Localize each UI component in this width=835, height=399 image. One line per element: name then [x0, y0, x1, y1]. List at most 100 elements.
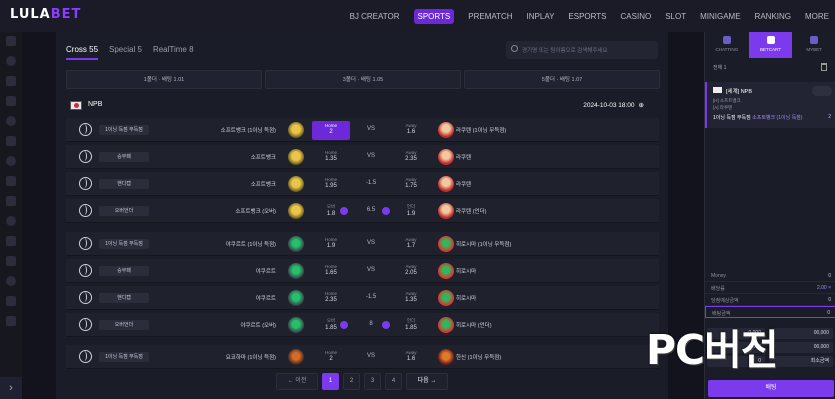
logo[interactable]: LULABET [10, 7, 81, 22]
odd-value: 2.05 [405, 270, 417, 276]
sport-icon[interactable] [6, 296, 16, 306]
sport-icon[interactable] [6, 196, 16, 206]
bet-pick: 소프트뱅크 (1이닝 득점) [752, 115, 803, 121]
page-button[interactable]: 3 [364, 373, 381, 390]
home-odd-button[interactable]: Home 1.35 [312, 148, 350, 167]
bet-away-team: [A] 라쿠텐 [713, 105, 733, 110]
away-team-name: 라쿠텐 (1이닝 무득점) [456, 128, 507, 134]
page-button[interactable]: 1 [322, 373, 339, 390]
home-odd-button[interactable]: Home 1.95 [312, 175, 350, 194]
away-odd-button[interactable]: Away 1.6 [392, 348, 430, 367]
nav-item-more[interactable]: MORE [805, 12, 829, 21]
table-row: 승무패 소프트뱅크 Home 1.35 VS Away 2.35 라쿠텐 [66, 145, 659, 169]
nav-item-minigame[interactable]: MINIGAME [700, 12, 740, 21]
search-placeholder: 경기명 또는 팀이름으로 검색해주세요 [522, 48, 608, 54]
home-odd-button[interactable]: Home 2 [312, 121, 350, 140]
sport-icon[interactable] [6, 96, 16, 106]
home-odd-button[interactable]: Home 2.35 [312, 289, 350, 308]
sport-icon[interactable] [6, 176, 16, 186]
home-team-logo-icon [288, 290, 304, 306]
nav-item-ranking[interactable]: RANKING [755, 12, 791, 21]
tab-realtime-8[interactable]: RealTime 8 [153, 45, 194, 60]
odd-label: Away [405, 264, 417, 269]
search-input[interactable]: 경기명 또는 팀이름으로 검색해주세요 [506, 41, 658, 59]
slip-value: 0 [827, 310, 830, 316]
away-team-name: 히로시마 (1이닝 무득점) [456, 242, 512, 248]
away-odd-button[interactable]: Away 1.75 [392, 175, 430, 194]
away-odd-button[interactable]: Away 1.6 [392, 121, 430, 140]
sport-icon[interactable] [6, 136, 16, 146]
sport-icon[interactable] [6, 216, 16, 226]
place-bet-button[interactable]: 배팅 [708, 380, 834, 397]
handicap-value: VS [366, 153, 375, 159]
odd-label: Home [324, 177, 337, 182]
remove-bet-toggle[interactable] [812, 86, 832, 96]
page-button[interactable]: 2 [343, 373, 360, 390]
up-arrow-icon [382, 321, 390, 329]
market-label: 1이닝 득점 무득점 [99, 239, 149, 249]
odd-value: 1.75 [405, 183, 417, 189]
table-row: 핸디캡 소프트뱅크 Home 1.95 -1.5 Away 1.75 라쿠텐 [66, 172, 659, 196]
nav-item-slot[interactable]: SLOT [665, 12, 686, 21]
away-odd-button[interactable]: Away 1.7 [392, 235, 430, 254]
sport-icon[interactable] [6, 236, 16, 246]
nav-item-inplay[interactable]: INPLAY [527, 12, 555, 21]
baseball-icon [79, 264, 92, 277]
baseball-icon [79, 204, 92, 217]
panel-tab-mybet[interactable]: MYBET [792, 32, 835, 58]
amount-chip-button[interactable]: 00,000 [769, 342, 833, 353]
sport-icon[interactable] [6, 116, 16, 126]
away-odd-button[interactable]: Away 1.35 [392, 289, 430, 308]
prev-page-button[interactable]: ← 이전 [276, 373, 318, 390]
bet-amount-input[interactable]: 배팅금액 0 [705, 306, 835, 318]
away-odd-button[interactable]: 언더 1.9 [392, 202, 430, 221]
amount-chip-button[interactable]: 최소금액 [769, 356, 833, 367]
home-team-name: 소프트뱅크 (1이닝 득점) [220, 128, 276, 134]
odd-label: Away [405, 150, 417, 155]
home-team-name: 야쿠르트 [255, 296, 276, 302]
slip-label: 배팅금액 [712, 311, 731, 317]
away-odd-button[interactable]: Away 2.05 [392, 262, 430, 281]
nav-item-prematch[interactable]: PREMATCH [468, 12, 512, 21]
nav-item-esports[interactable]: ESPORTS [568, 12, 606, 21]
sport-icon[interactable] [6, 156, 16, 166]
ball-icon[interactable] [6, 56, 16, 66]
away-odd-button[interactable]: 언더 1.85 [392, 316, 430, 335]
table-row: 핸디캡 야쿠르트 Home 2.35 -1.5 Away 1.35 히로시마 [66, 286, 659, 310]
handicap-value: VS [366, 267, 375, 273]
handicap-value: VS [366, 126, 375, 132]
market-label: 승무패 [99, 266, 149, 276]
home-team-logo-icon [288, 176, 304, 192]
panel-tab-label: BETCART [760, 47, 781, 52]
league-name: NPB [88, 101, 103, 108]
page-button[interactable]: 4 [385, 373, 402, 390]
home-odd-button[interactable]: Home 2 [312, 348, 350, 367]
home-odd-button[interactable]: Home 1.65 [312, 262, 350, 281]
sport-icon[interactable] [6, 76, 16, 86]
home-odd-button[interactable]: Home 1.9 [312, 235, 350, 254]
away-team-name: 라쿠텐 [456, 155, 472, 161]
tab-cross-55[interactable]: Cross 55 [66, 45, 99, 60]
sport-icon[interactable] [6, 256, 16, 266]
trash-icon[interactable] [821, 63, 827, 71]
grid-icon[interactable] [6, 36, 16, 46]
sport-icon[interactable] [6, 316, 16, 326]
pin-icon[interactable]: ⊕ [639, 101, 644, 109]
panel-tab-betcart[interactable]: BETCART [748, 32, 793, 58]
nav-item-casino[interactable]: CASINO [621, 12, 652, 21]
table-row: 오버언더 소프트뱅크 (오버) 오버 1.8 6.5 언더 1.9 라쿠텐 (언더) [66, 199, 659, 223]
bet-home-team: [H] 소프트뱅크 [713, 98, 741, 103]
panel-tab-chatting[interactable]: CHATTING [705, 32, 749, 58]
nav-item-bj-creator[interactable]: BJ CREATOR [350, 12, 400, 21]
nav-item-sports[interactable]: SPORTS [413, 8, 455, 24]
amount-chip-button[interactable]: 00,000 [769, 328, 833, 339]
next-page-button[interactable]: 다음 → [406, 373, 448, 390]
away-team-logo-icon [438, 349, 454, 365]
away-team-logo-icon [438, 203, 454, 219]
odd-label: Home [324, 150, 337, 155]
tab-special-5[interactable]: Special 5 [109, 45, 142, 60]
away-odd-button[interactable]: Away 2.35 [392, 148, 430, 167]
down-arrow-icon [340, 321, 348, 329]
expand-arrow-icon[interactable]: › [0, 377, 22, 399]
sport-icon[interactable] [6, 276, 16, 286]
